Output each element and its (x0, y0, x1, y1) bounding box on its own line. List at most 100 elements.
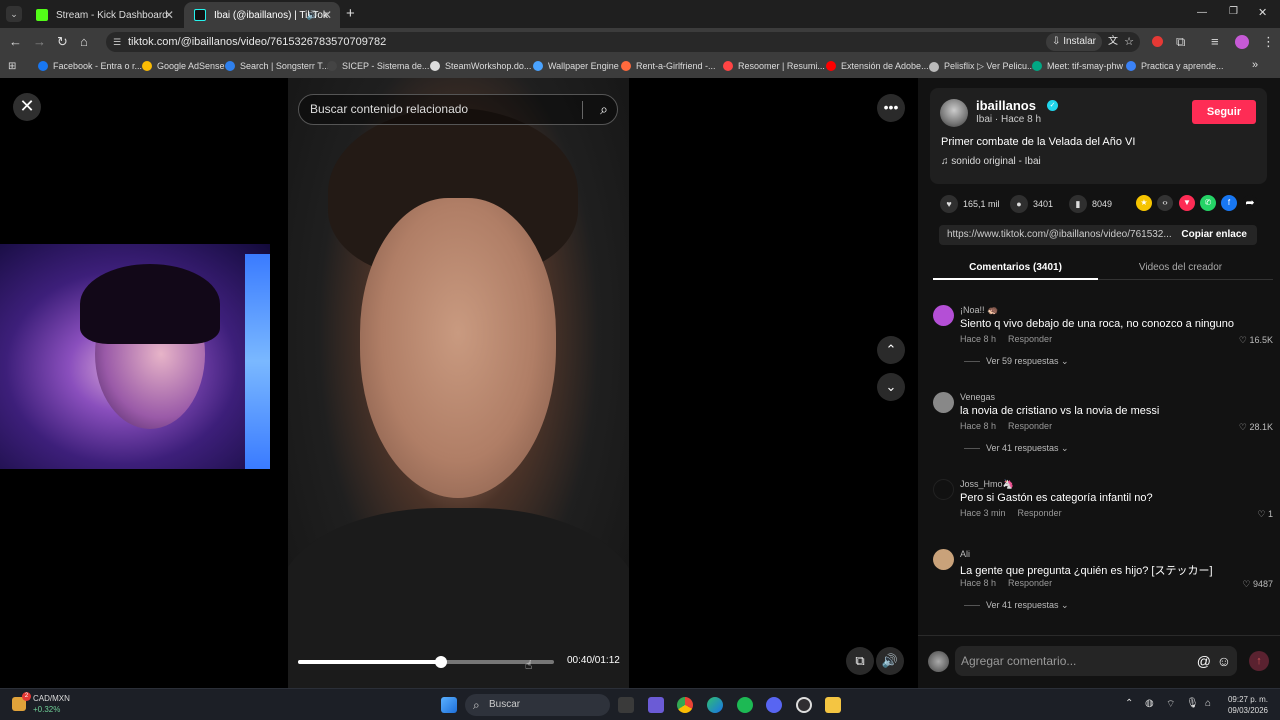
tab-creator-videos[interactable]: Videos del creador (1098, 262, 1263, 273)
reply-button[interactable]: Responder (1008, 334, 1052, 344)
extension-red-icon[interactable] (1152, 36, 1163, 47)
share-link-field[interactable]: https://www.tiktok.com/@ibaillanos/video… (939, 225, 1257, 245)
install-button[interactable]: ⇩ Instalar (1046, 33, 1102, 51)
related-search-input[interactable]: Buscar contenido relacionado ⌕ (298, 94, 618, 125)
tray-app-icon[interactable]: ◍ (1145, 698, 1154, 709)
bookmark-steamworkshop[interactable]: SteamWorkshop.do... (430, 61, 531, 71)
mention-icon[interactable]: @ (1197, 646, 1211, 676)
bookmark-facebook[interactable]: Facebook - Entra o r... (38, 61, 142, 71)
comment-button[interactable]: ● 3401 (1010, 195, 1053, 213)
like-button[interactable]: ♥ 165,1 mil (940, 195, 1000, 213)
comment-username[interactable]: Venegas (960, 392, 995, 402)
profile-avatar-icon[interactable] (1235, 35, 1249, 49)
chrome-icon[interactable] (677, 697, 693, 713)
picture-in-picture-button[interactable]: ⧉ (846, 647, 874, 675)
bookmark-adsense[interactable]: Google AdSense (142, 61, 225, 71)
tab-close-icon[interactable]: ✕ (322, 8, 332, 22)
author-username[interactable]: ibaillanos (976, 98, 1036, 113)
minimize-button[interactable]: — (1197, 7, 1207, 18)
tray-wifi-icon[interactable]: ⌔ (1166, 698, 1175, 711)
search-icon[interactable]: ⌕ (600, 95, 608, 124)
comment-username[interactable]: ¡Noa!! 🦔 (960, 305, 998, 316)
more-bookmarks-icon[interactable]: » (1252, 59, 1258, 71)
save-button[interactable]: ▮ 8049 (1069, 195, 1112, 213)
comment-username[interactable]: Ali (960, 549, 970, 559)
folder-icon[interactable] (825, 697, 841, 713)
taskbar-clock[interactable]: 09:27 p. m. 09/03/2026 (1222, 694, 1268, 716)
tab-tiktok[interactable]: Ibai (@ibaillanos) | TikTok 🔊 ✕ (184, 2, 340, 28)
comment-like-button[interactable]: ♡ 16.5K (1239, 335, 1273, 346)
tab-close-icon[interactable]: ✕ (164, 8, 174, 22)
view-replies-button[interactable]: Ver 41 respuestas ⌄ (964, 443, 1069, 454)
emoji-icon[interactable]: ☺ (1217, 646, 1231, 676)
home-icon[interactable]: ⌂ (80, 34, 88, 49)
tab-kick-dashboard[interactable]: Stream - Kick Dashboard ✕ (26, 2, 182, 28)
tray-expand-icon[interactable]: ⌃ (1125, 698, 1133, 709)
video-player[interactable] (288, 78, 629, 688)
forward-icon[interactable]: → (33, 34, 46, 49)
follow-button[interactable]: Seguir (1192, 100, 1256, 124)
progress-handle[interactable] (434, 656, 447, 668)
comment-avatar[interactable] (933, 549, 954, 570)
edge-icon[interactable] (707, 697, 723, 713)
apps-icon[interactable]: ⊞ (8, 61, 16, 72)
comment-avatar[interactable] (933, 479, 954, 500)
file-explorer-icon[interactable] (618, 697, 634, 713)
reply-button[interactable]: Responder (1008, 421, 1052, 431)
site-info-icon[interactable]: ☰ (113, 32, 121, 52)
facebook-share-icon[interactable]: f (1221, 195, 1237, 211)
post-comment-button[interactable]: ↑ (1249, 651, 1269, 671)
bookmark-sicep[interactable]: SICEP - Sistema de... (327, 61, 429, 71)
tab-comments[interactable]: Comentarios (3401) (933, 262, 1098, 273)
view-replies-button[interactable]: Ver 59 respuestas ⌄ (964, 356, 1069, 367)
bookmark-rent-a-girlfriend[interactable]: Rent-a-Girlfriend -... (621, 61, 716, 71)
close-video-button[interactable]: ✕ (13, 93, 41, 121)
back-icon[interactable]: ← (9, 34, 22, 49)
bookmark-adobe[interactable]: Extensión de Adobe... (826, 61, 929, 71)
obs-icon[interactable] (796, 697, 812, 713)
copy-link-button[interactable]: Copiar enlace (1181, 225, 1247, 245)
microphone-icon[interactable]: 🎙 (1186, 698, 1199, 709)
comment-avatar[interactable] (933, 305, 954, 326)
address-bar[interactable]: ☰ tiktok.com/@ibaillanos/video/761532678… (106, 32, 1140, 52)
start-icon[interactable] (441, 697, 457, 713)
reply-button[interactable]: Responder (1018, 508, 1062, 518)
discord-icon[interactable] (766, 697, 782, 713)
taskbar-search[interactable]: Buscar (465, 694, 610, 716)
share-tiktok-icon[interactable]: ▼ (1179, 195, 1195, 211)
share-repost-icon[interactable]: ★ (1136, 195, 1152, 211)
more-options-button[interactable]: ••• (877, 94, 905, 122)
whatsapp-icon[interactable]: ✆ (1200, 195, 1216, 211)
currency-widget[interactable]: CAD/MXN +0.32% (33, 693, 70, 715)
window-close-button[interactable]: ✕ (1258, 6, 1267, 19)
bookmark-wallpaper-engine[interactable]: Wallpaper Engine (533, 61, 619, 71)
bookmark-pelisflix[interactable]: Pelisflix ▷ Ver Pelicu... (929, 61, 1034, 72)
extensions-icon[interactable]: ⧉ (1176, 34, 1185, 50)
maximize-button[interactable]: ❐ (1229, 6, 1238, 17)
reading-list-icon[interactable]: ≡ (1211, 34, 1219, 49)
author-avatar[interactable] (940, 99, 968, 127)
comment-like-button[interactable]: ♡ 9487 (1242, 579, 1273, 590)
share-arrow-icon[interactable]: ➦ (1242, 195, 1258, 211)
volume-button[interactable]: 🔊 (876, 647, 904, 675)
tab-search-icon[interactable]: ⌄ (6, 6, 22, 22)
bookmark-meet[interactable]: Meet: tif-smay-phw (1032, 61, 1123, 71)
browser-menu-icon[interactable]: ⋮ (1262, 34, 1275, 50)
music-link[interactable]: ♫ sonido original - Ibai (941, 156, 1041, 167)
previous-video-button[interactable]: ⌃ (877, 336, 905, 364)
next-video-button[interactable]: ⌄ (877, 373, 905, 401)
comment-username[interactable]: Joss_Hmo🦄 (960, 479, 1014, 490)
bookmark-resoomer[interactable]: Resoomer | Resumi... (723, 61, 825, 71)
new-tab-button[interactable]: + (346, 5, 355, 22)
bookmark-songsterr[interactable]: Search | Songsterr T... (225, 61, 329, 71)
reload-icon[interactable]: ↻ (57, 34, 68, 50)
comment-input[interactable]: Agregar comentario... @ ☺ (955, 646, 1237, 676)
view-replies-button[interactable]: Ver 41 respuestas ⌄ (964, 600, 1069, 611)
comment-like-button[interactable]: ♡ 28.1K (1239, 422, 1273, 433)
translate-icon[interactable]: 文 (1108, 32, 1118, 52)
bookmark-practica[interactable]: Practica y aprende... (1126, 61, 1224, 71)
network-icon[interactable]: ⌂ (1205, 698, 1211, 709)
bookmark-star-icon[interactable]: ☆ (1124, 32, 1134, 52)
spotify-icon[interactable] (737, 697, 753, 713)
reply-button[interactable]: Responder (1008, 578, 1052, 588)
